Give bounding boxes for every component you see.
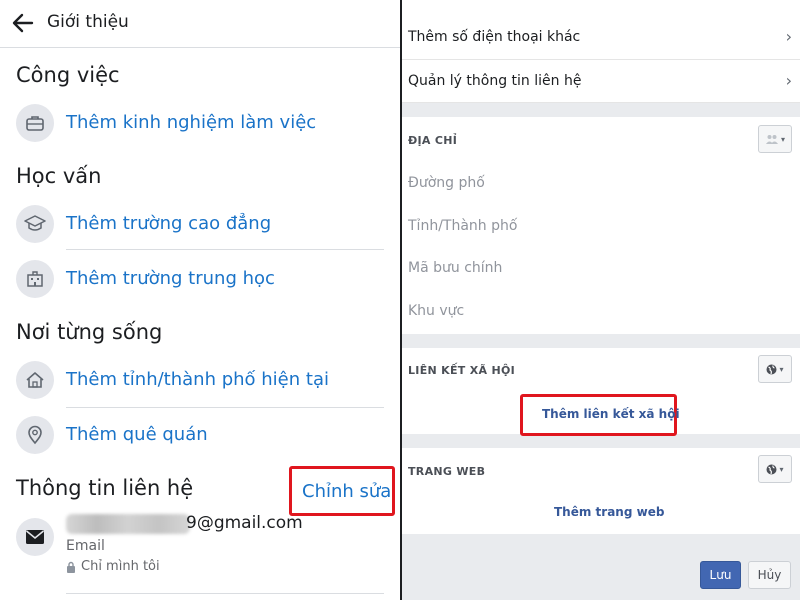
website-heading: TRANG WEB [408, 465, 486, 478]
caret-down-icon: ▾ [779, 364, 784, 374]
add-social-link-button[interactable]: Thêm liên kết xã hội [520, 394, 680, 436]
caret-down-icon: ▾ [780, 134, 785, 144]
privacy-label: Chỉ mình tôi [81, 559, 160, 574]
page-title: Giới thiệu [47, 12, 129, 32]
work-heading: Công việc [16, 63, 120, 87]
add-highschool-link[interactable]: Thêm trường trung học [66, 268, 275, 289]
add-social-link-label: Thêm liên kết xã hội [542, 407, 680, 421]
globe-icon [766, 364, 777, 374]
save-button[interactable]: Lưu [700, 561, 741, 589]
divider [66, 407, 384, 408]
add-college-link[interactable]: Thêm trường cao đẳng [66, 213, 271, 234]
divider [66, 249, 384, 250]
graduation-cap-icon [16, 205, 54, 243]
social-links-heading: LIÊN KẾT XÃ HỘI [408, 364, 515, 377]
school-building-icon [16, 260, 54, 298]
location-pin-icon [16, 416, 54, 454]
add-current-city-link[interactable]: Thêm tỉnh/thành phố hiện tại [66, 369, 329, 390]
email-value: 9@gmail.com [186, 513, 303, 533]
add-phone-label: Thêm số điện thoại khác [408, 29, 581, 45]
cancel-button[interactable]: Hủy [748, 561, 791, 589]
places-heading: Nơi từng sống [16, 320, 163, 344]
add-phone-row[interactable]: Thêm số điện thoại khác › [402, 0, 800, 60]
manage-contact-label: Quản lý thông tin liên hệ [408, 73, 582, 89]
edit-contact-button[interactable]: Chỉnh sửa [289, 466, 395, 516]
street-field[interactable]: Đường phố [408, 175, 485, 191]
social-privacy-selector[interactable]: ▾ [758, 355, 792, 383]
lock-icon [67, 561, 75, 573]
about-header: Giới thiệu [0, 0, 400, 48]
add-hometown-row[interactable]: Thêm quê quán [16, 416, 386, 456]
add-website-link[interactable]: Thêm trang web [554, 505, 664, 519]
add-highschool-row[interactable]: Thêm trường trung học [16, 260, 386, 300]
zip-field[interactable]: Mã bưu chính [408, 260, 502, 276]
add-hometown-link[interactable]: Thêm quê quán [66, 424, 208, 445]
address-heading: ĐỊA CHỈ [408, 134, 458, 147]
add-work-row[interactable]: Thêm kinh nghiệm làm việc [16, 104, 386, 144]
divider [66, 593, 384, 594]
about-panel: Giới thiệu Công việc Thêm kinh nghiệm là… [0, 0, 400, 600]
region-field[interactable]: Khu vực [408, 303, 464, 319]
email-redacted-blur [66, 514, 190, 534]
privacy-indicator: Chỉ mình tôi [66, 559, 160, 574]
home-icon [16, 361, 54, 399]
website-privacy-selector[interactable]: ▾ [758, 455, 792, 483]
edit-contact-label: Chỉnh sửa [302, 481, 392, 502]
chevron-right-icon: › [785, 71, 792, 90]
add-current-city-row[interactable]: Thêm tỉnh/thành phố hiện tại [16, 361, 386, 401]
caret-down-icon: ▾ [779, 464, 784, 474]
add-college-row[interactable]: Thêm trường cao đẳng [16, 205, 386, 245]
envelope-icon [16, 518, 54, 556]
briefcase-icon [16, 104, 54, 142]
address-privacy-selector[interactable]: ▾ [758, 125, 792, 153]
chevron-right-icon: › [785, 27, 792, 46]
address-section: ĐỊA CHỈ ▾ Đường phố Tỉnh/Thành phố Mã bư… [402, 117, 800, 334]
manage-contact-row[interactable]: Quản lý thông tin liên hệ › [402, 60, 800, 103]
add-work-link[interactable]: Thêm kinh nghiệm làm việc [66, 112, 316, 133]
website-section: TRANG WEB ▾ [402, 448, 800, 534]
friends-icon [765, 135, 778, 144]
arrow-left-icon[interactable] [10, 10, 36, 36]
globe-icon [766, 464, 777, 474]
city-field[interactable]: Tỉnh/Thành phố [408, 218, 517, 234]
contact-edit-panel: Thêm số điện thoại khác › Quản lý thông … [402, 0, 800, 600]
email-type-label: Email [66, 538, 105, 554]
education-heading: Học vấn [16, 164, 102, 188]
contact-heading: Thông tin liên hệ [16, 476, 194, 500]
